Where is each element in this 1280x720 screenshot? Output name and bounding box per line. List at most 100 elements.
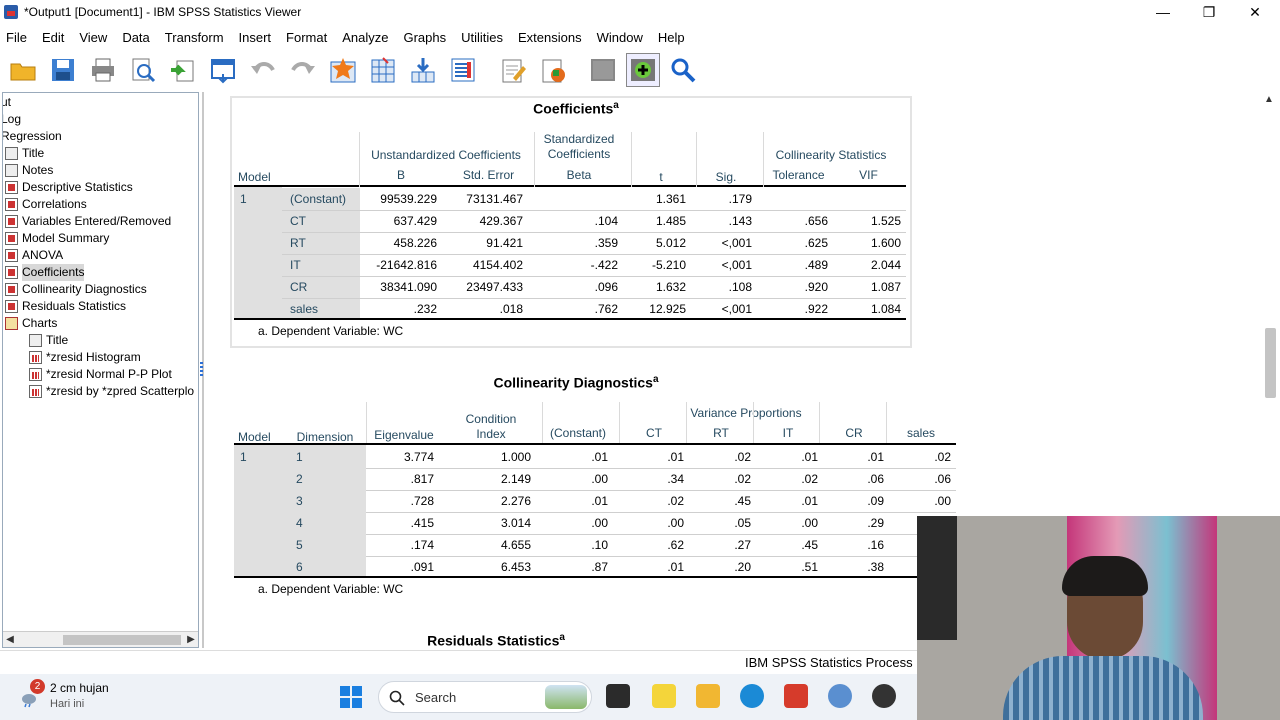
toolbar <box>0 50 1280 90</box>
outline-item-label: Residuals Statistics <box>22 299 127 313</box>
scroll-right-icon[interactable]: ▶ <box>184 632 198 647</box>
powerpoint-icon[interactable] <box>784 684 808 708</box>
outline-table-icon <box>5 181 18 194</box>
taskview-icon[interactable] <box>606 684 630 708</box>
menu-data[interactable]: Data <box>116 30 158 45</box>
coef-cell-se: 23497.433 <box>466 280 523 294</box>
menu-extensions[interactable]: Extensions <box>512 30 591 45</box>
col-cell-prop: .16 <box>867 538 884 552</box>
coef-cell-t: 1.361 <box>655 192 686 206</box>
outline-item[interactable]: ut <box>3 94 11 111</box>
weather-summary[interactable]: 2 cm hujan <box>50 681 109 695</box>
menu-edit[interactable]: Edit <box>36 30 73 45</box>
outline-item[interactable]: *zresid Histogram <box>29 349 141 366</box>
coef-cell-beta: -.422 <box>590 258 618 272</box>
outline-item[interactable]: Title <box>5 145 44 162</box>
outline-item[interactable]: Correlations <box>5 196 87 213</box>
restore-button[interactable]: ❐ <box>1186 0 1232 24</box>
coef-cell-tol: .922 <box>804 302 828 316</box>
menu-graphs[interactable]: Graphs <box>397 30 455 45</box>
file-explorer-icon[interactable] <box>696 684 720 708</box>
scroll-left-icon[interactable]: ◀ <box>3 632 17 647</box>
menu-analyze[interactable]: Analyze <box>336 30 397 45</box>
coef-cell-sig: .108 <box>728 280 752 294</box>
windows-start-icon[interactable] <box>340 686 362 708</box>
variables-icon[interactable] <box>446 53 480 87</box>
pane-splitter-handle[interactable] <box>200 362 203 378</box>
menu-file[interactable]: File <box>0 30 36 45</box>
minimize-button[interactable]: — <box>1140 0 1186 24</box>
close-button[interactable]: ✕ <box>1232 0 1278 24</box>
col-cell-prop: .00 <box>801 516 818 530</box>
insert-output-icon[interactable] <box>536 53 570 87</box>
coef-cell-vif: 1.600 <box>870 236 901 250</box>
outline-item[interactable]: Residuals Statistics <box>5 298 126 315</box>
undo-icon[interactable] <box>246 53 280 87</box>
outline-item[interactable]: Variables Entered/Removed <box>5 213 171 230</box>
col-cell-eigen: .091 <box>410 560 434 574</box>
content-scroll-thumb[interactable] <box>1265 328 1276 398</box>
coef-cell-se: 429.367 <box>479 214 523 228</box>
outline-item-label: Coefficients <box>22 264 85 281</box>
taskbar-search[interactable]: Search <box>378 681 592 713</box>
menu-format[interactable]: Format <box>280 30 336 45</box>
col-cell-prop: .51 <box>801 560 818 574</box>
redo-icon[interactable] <box>286 53 320 87</box>
weather-day: Hari ini <box>50 698 85 710</box>
coef-row-label: (Constant) <box>282 188 360 210</box>
recall-dialog-icon[interactable] <box>206 53 240 87</box>
col-cell-prop: .62 <box>667 538 684 552</box>
edge-icon[interactable] <box>740 684 764 708</box>
goto-case-icon[interactable] <box>366 53 400 87</box>
outline-item[interactable]: *zresid by *zpred Scatterplo <box>29 383 194 400</box>
menu-window[interactable]: Window <box>591 30 652 45</box>
outline-item[interactable]: ANOVA <box>5 247 63 264</box>
menu-help[interactable]: Help <box>652 30 694 45</box>
designate-window-icon[interactable] <box>626 53 660 87</box>
outline-item[interactable]: *zresid Normal P-P Plot <box>29 366 172 383</box>
menu-view[interactable]: View <box>73 30 116 45</box>
outline-table-icon <box>5 232 18 245</box>
outline-item-label: *zresid by *zpred Scatterplo <box>46 384 195 398</box>
outline-item-label: *zresid Histogram <box>46 350 141 364</box>
outline-pane[interactable]: ◀ ▶ ut Log Regression Title Notes Descriptive… <box>2 92 199 648</box>
print-icon[interactable] <box>86 53 120 87</box>
search-label: Search <box>415 690 457 705</box>
print-preview-icon[interactable] <box>126 53 160 87</box>
export-icon[interactable] <box>166 53 200 87</box>
outline-item[interactable]: Notes <box>5 162 53 179</box>
open-icon[interactable] <box>6 53 40 87</box>
outline-horizontal-scrollbar[interactable]: ◀ ▶ <box>3 631 198 647</box>
coef-header-model: Model <box>238 170 271 184</box>
pivot-icon[interactable] <box>586 53 620 87</box>
goto-data-icon[interactable] <box>326 53 360 87</box>
menu-utilities[interactable]: Utilities <box>455 30 512 45</box>
pdf-app-icon[interactable] <box>652 684 676 708</box>
spss-taskbar-icon[interactable] <box>828 684 852 708</box>
outline-item[interactable]: Log <box>3 111 21 128</box>
outline-scroll-thumb[interactable] <box>63 635 181 645</box>
outline-item[interactable]: Model Summary <box>5 230 109 247</box>
outline-item[interactable]: Coefficients <box>5 264 85 281</box>
coef-vline <box>696 132 697 187</box>
col-vline <box>886 402 887 444</box>
outline-item[interactable]: Descriptive Statistics <box>5 179 133 196</box>
find-icon[interactable] <box>666 53 700 87</box>
col-dimension: 6 <box>296 560 303 574</box>
scroll-up-icon[interactable]: ▲ <box>1264 94 1274 105</box>
outline-item[interactable]: Collinearity Diagnostics <box>5 281 147 298</box>
obs-icon[interactable] <box>872 684 896 708</box>
menu-insert[interactable]: Insert <box>233 30 281 45</box>
coef-row-label: IT <box>282 254 360 276</box>
edit-output-icon[interactable] <box>496 53 530 87</box>
goto-variable-icon[interactable] <box>406 53 440 87</box>
outline-table-icon <box>5 249 18 262</box>
coef-header-t: t <box>659 170 663 184</box>
coef-cell-vif: 1.525 <box>870 214 901 228</box>
outline-item[interactable]: Charts <box>5 315 57 332</box>
outline-item-label: Collinearity Diagnostics <box>22 282 147 296</box>
outline-item[interactable]: Regression <box>3 128 62 145</box>
outline-item[interactable]: Title <box>29 332 68 349</box>
menu-transform[interactable]: Transform <box>159 30 233 45</box>
save-icon[interactable] <box>46 53 80 87</box>
